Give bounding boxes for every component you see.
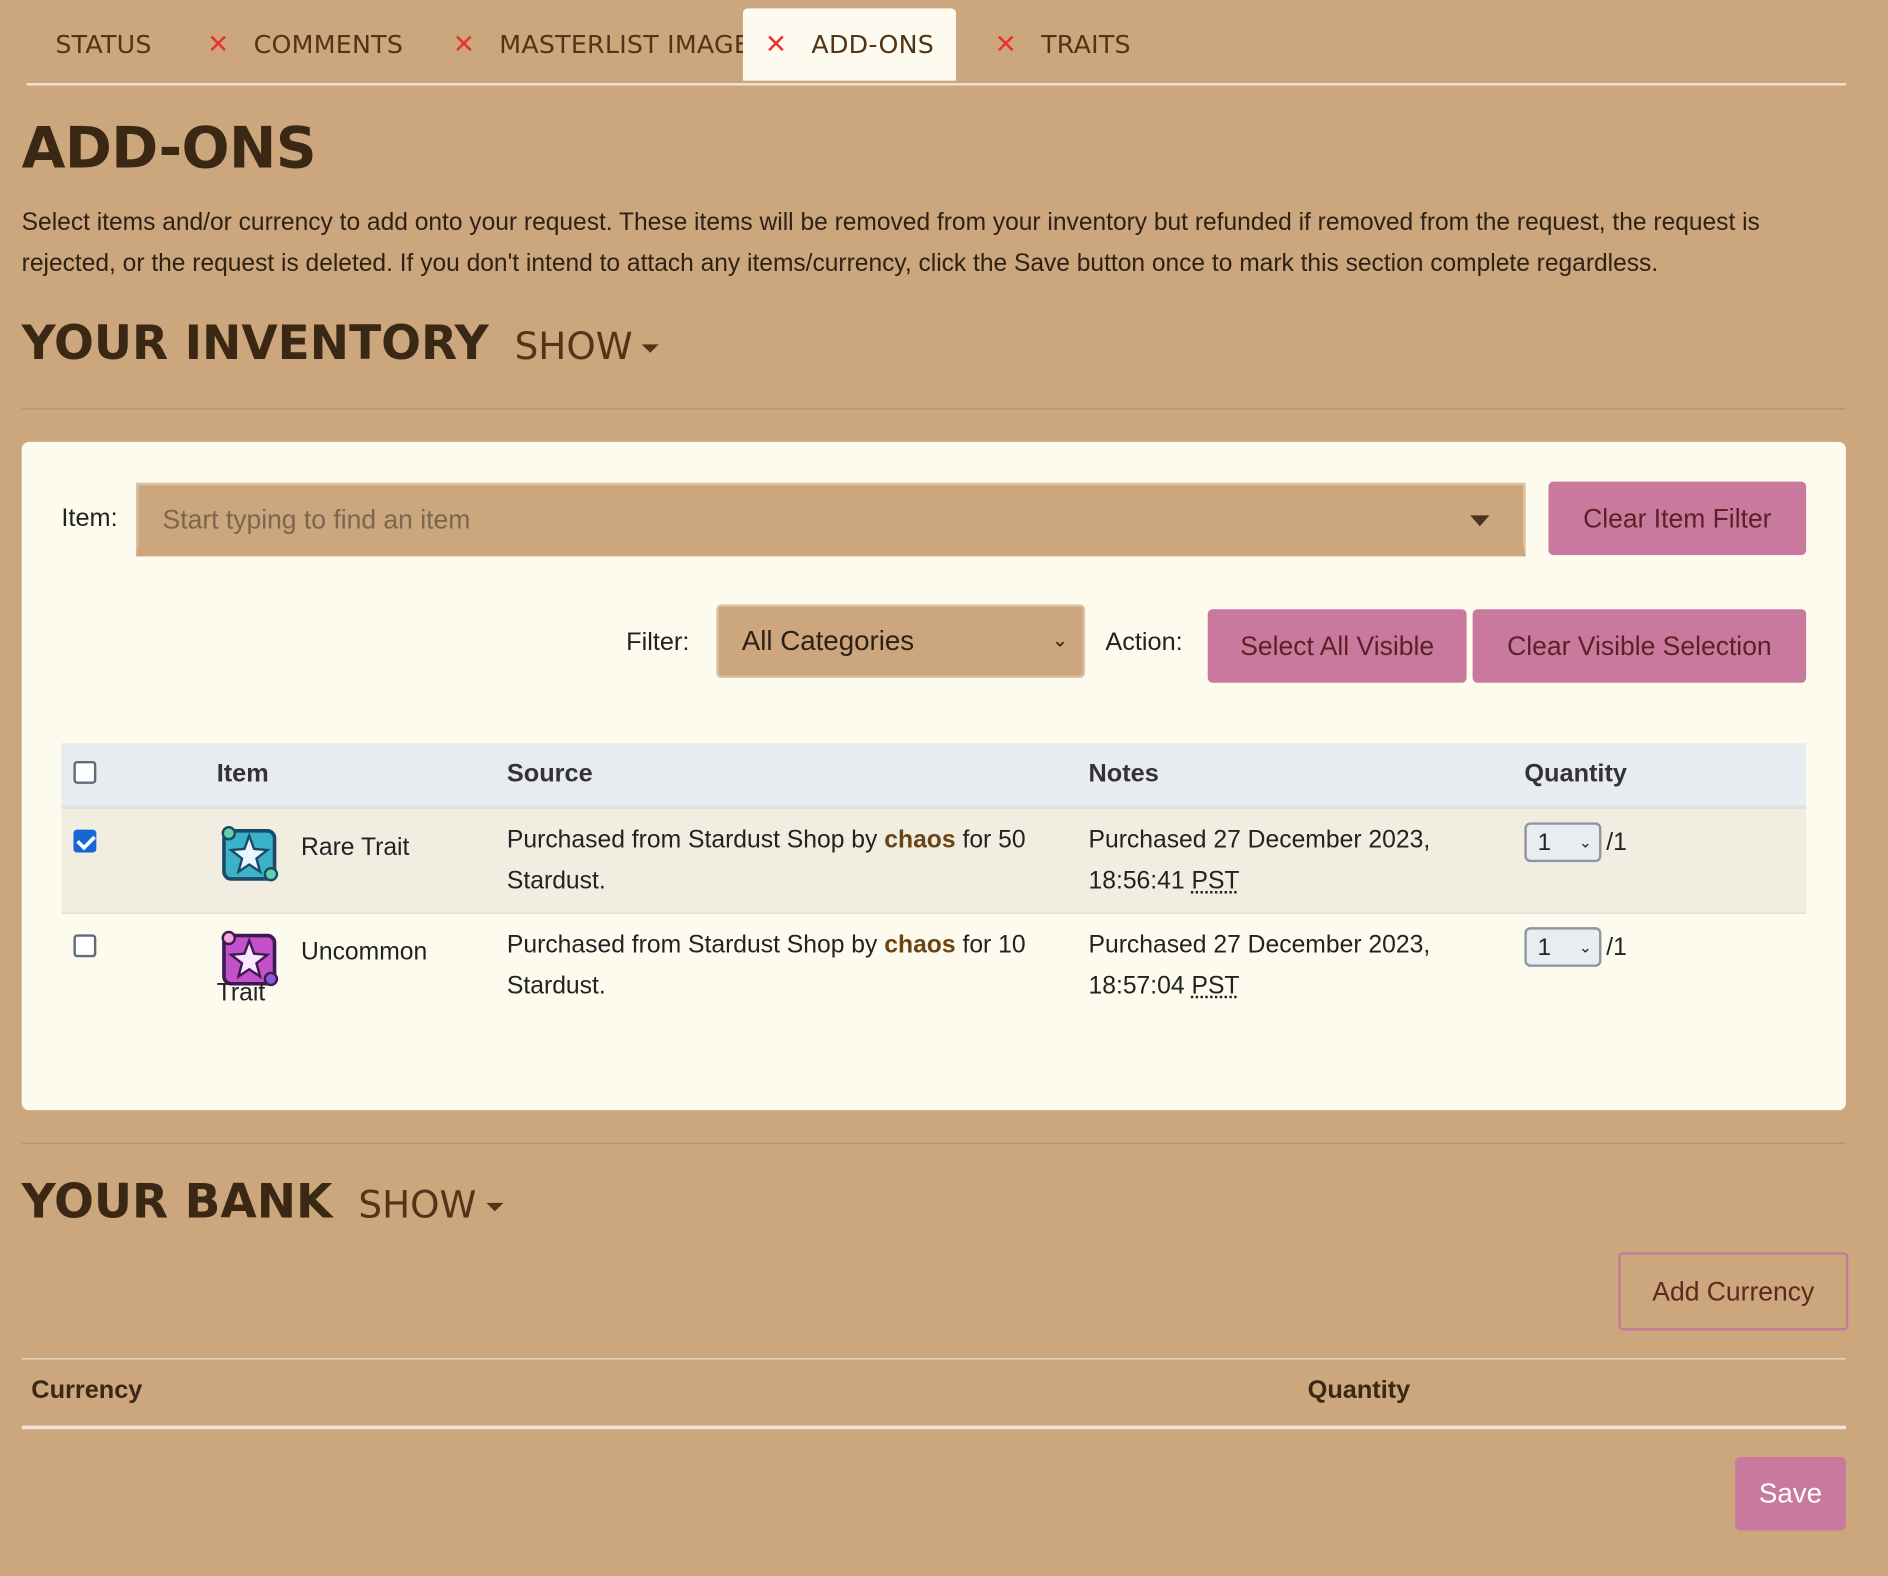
inventory-heading: YOUR INVENTORY SHOW — [21, 316, 660, 371]
table-header: Item Source Notes Quantity — [61, 742, 1807, 810]
table-row: Rare Trait Purchased from Stardust Shop … — [61, 809, 1807, 914]
inventory-show-toggle[interactable]: SHOW — [515, 325, 660, 368]
user-link[interactable]: chaos — [884, 826, 955, 854]
close-x-icon: ✕ — [207, 30, 230, 61]
item-search-placeholder: Start typing to find an item — [162, 504, 471, 535]
quantity-cell: 1 ⌄ /1 — [1524, 821, 1627, 863]
notes-text: Purchased 27 December 2023, 18:57:04 — [1088, 930, 1431, 1000]
column-header-quantity: Quantity — [1524, 759, 1627, 788]
item-search-select[interactable]: Start typing to find an item — [136, 482, 1526, 557]
filter-label: Filter: — [626, 628, 690, 657]
page-title: ADD-ONS — [21, 115, 317, 182]
inventory-card: Item: Start typing to find an item Clear… — [21, 441, 1846, 1111]
tab-bar: STATUS ✕ COMMENTS ✕ MASTERLIST IMAGE ✕ ADD-… — [26, 8, 1846, 86]
quantity-cell: 1 ⌄ /1 — [1524, 926, 1627, 968]
inventory-table: Item Source Notes Quantity Rare Trait Pu… — [61, 742, 1807, 1034]
inventory-heading-text: YOUR INVENTORY — [21, 316, 489, 371]
row-checkbox[interactable] — [73, 934, 97, 958]
caret-down-icon — [642, 344, 660, 353]
bank-heading: YOUR BANK SHOW — [22, 1175, 503, 1229]
column-header-currency: Currency — [31, 1376, 143, 1404]
tab-label: ADD-ONS — [811, 30, 935, 60]
tab-traits[interactable]: ✕ TRAITS — [995, 8, 1131, 80]
column-header-source: Source — [506, 759, 593, 788]
clear-item-filter-button[interactable]: Clear Item Filter — [1548, 481, 1807, 556]
close-x-icon: ✕ — [994, 30, 1018, 61]
quantity-value: 1 — [1537, 829, 1552, 857]
column-header-item: Item — [216, 759, 269, 788]
add-currency-button[interactable]: Add Currency — [1618, 1252, 1849, 1331]
timezone-abbr: PST — [1191, 971, 1240, 1000]
column-header-quantity: Quantity — [1307, 1376, 1411, 1404]
intro-text: Select items and/or currency to add onto… — [21, 209, 1760, 277]
action-label: Action: — [1105, 628, 1183, 657]
select-all-checkbox[interactable] — [73, 760, 97, 784]
currency-table-header: Currency Quantity — [21, 1358, 1846, 1430]
caret-down-icon — [486, 1202, 503, 1212]
divider — [21, 408, 1846, 410]
show-label: SHOW — [514, 325, 633, 369]
tab-label: MASTERLIST IMAGE — [499, 30, 751, 60]
item-name: Uncommon Trait — [216, 937, 428, 1007]
quantity-value: 1 — [1537, 934, 1552, 961]
tab-status[interactable]: STATUS — [55, 8, 151, 80]
tab-label: TRAITS — [1041, 30, 1131, 60]
chevron-down-icon: ⌄ — [1051, 630, 1069, 652]
item-label: Item: — [61, 504, 118, 533]
quantity-max: /1 — [1606, 827, 1627, 856]
item-notes: Purchased 27 December 2023, 18:57:04 PST — [1089, 925, 1486, 1007]
tab-label: COMMENTS — [253, 30, 404, 60]
select-all-visible-button[interactable]: Select All Visible — [1207, 609, 1467, 683]
bank-heading-text: YOUR BANK — [21, 1175, 333, 1230]
category-filter-value: All Categories — [741, 624, 915, 657]
tab-masterlist-image[interactable]: ✕ MASTERLIST IMAGE — [453, 8, 750, 80]
chevron-down-icon: ⌄ — [1578, 833, 1592, 852]
item-notes: Purchased 27 December 2023, 18:56:41 PST — [1089, 820, 1486, 902]
row-checkbox[interactable] — [73, 829, 97, 853]
chevron-down-icon: ⌄ — [1578, 938, 1592, 957]
category-filter-select[interactable]: All Categories ⌄ — [716, 604, 1085, 678]
quantity-select[interactable]: 1 ⌄ — [1524, 822, 1602, 863]
column-header-notes: Notes — [1088, 759, 1159, 788]
quantity-select[interactable]: 1 ⌄ — [1524, 927, 1602, 967]
tab-label: STATUS — [55, 30, 152, 60]
dropdown-arrow-icon — [1470, 515, 1490, 527]
show-label: SHOW — [358, 1183, 477, 1227]
source-prefix: Purchased from Stardust Shop by — [506, 826, 878, 854]
item-source: Purchased from Stardust Shop by chaos fo… — [507, 820, 1061, 902]
quantity-max: /1 — [1606, 932, 1627, 961]
save-button[interactable]: Save — [1735, 1456, 1846, 1531]
table-row: Uncommon Trait Purchased from Stardust S… — [61, 914, 1806, 1034]
clear-visible-selection-button[interactable]: Clear Visible Selection — [1472, 609, 1807, 683]
item-source: Purchased from Stardust Shop by chaos fo… — [507, 925, 1061, 1007]
divider — [21, 1142, 1846, 1144]
bank-show-toggle[interactable]: SHOW — [358, 1184, 503, 1227]
user-link[interactable]: chaos — [884, 931, 955, 959]
close-x-icon: ✕ — [764, 30, 788, 61]
item-name: Rare Trait — [301, 833, 410, 861]
page: STATUS ✕ COMMENTS ✕ MASTERLIST IMAGE ✕ ADD-… — [0, 0, 1888, 1576]
close-x-icon: ✕ — [452, 30, 476, 61]
source-prefix: Purchased from Stardust Shop by — [506, 930, 878, 959]
rare-trait-icon — [221, 826, 279, 882]
timezone-abbr: PST — [1191, 866, 1240, 895]
tab-add-ons[interactable]: ✕ ADD-ONS — [742, 8, 957, 81]
tab-comments[interactable]: ✕ COMMENTS — [207, 8, 403, 80]
notes-text: Purchased 27 December 2023, 18:56:41 — [1088, 826, 1431, 895]
